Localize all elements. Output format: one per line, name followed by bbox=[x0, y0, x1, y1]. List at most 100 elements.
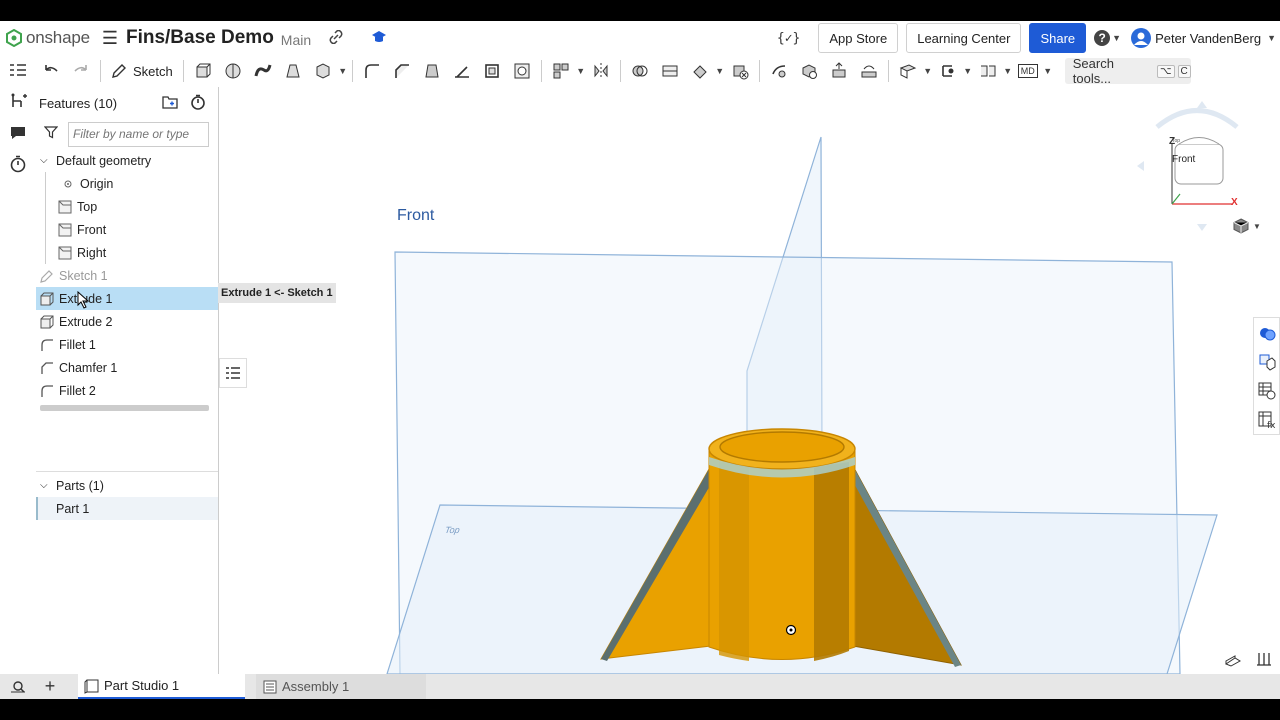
variable-table-icon[interactable] bbox=[1254, 376, 1279, 405]
chevron-down-icon[interactable]: ▼ bbox=[963, 66, 973, 76]
tab-part-studio-1[interactable]: Part Studio 1 bbox=[78, 674, 245, 699]
mate-connector-icon[interactable] bbox=[933, 59, 963, 83]
sweep-icon[interactable] bbox=[248, 59, 278, 83]
filter-icon[interactable] bbox=[43, 125, 59, 144]
bom-icon[interactable] bbox=[1254, 347, 1279, 376]
history-icon[interactable] bbox=[0, 148, 36, 179]
add-folder-icon[interactable] bbox=[162, 95, 178, 112]
custom-table-icon[interactable]: fx bbox=[1254, 405, 1279, 434]
default-geometry-folder[interactable]: ⌵ Default geometry bbox=[36, 149, 218, 172]
redo-icon[interactable] bbox=[66, 59, 96, 83]
split-icon[interactable] bbox=[655, 59, 685, 83]
feature-toolbar: Sketch ▼ ▼ ▼ ▼ ▼ ▼ MD ▼ Search tools... … bbox=[36, 55, 1280, 87]
mass-properties-icon[interactable] bbox=[1256, 652, 1272, 671]
fillet-icon bbox=[40, 384, 54, 398]
pattern-icon[interactable] bbox=[546, 59, 576, 83]
chevron-down-icon[interactable]: ▼ bbox=[1003, 66, 1013, 76]
feature-item-chamfer-1[interactable]: Chamfer 1 bbox=[36, 356, 218, 379]
share-button[interactable]: Share bbox=[1029, 23, 1087, 53]
feature-item-fillet-1[interactable]: Fillet 1 bbox=[36, 333, 218, 356]
chevron-down-icon[interactable]: ⌵ bbox=[40, 480, 52, 491]
parts-section: ⌵ Parts (1) Part 1 bbox=[36, 471, 218, 520]
feature-list-header: Features (10) bbox=[36, 87, 218, 119]
part-item[interactable]: Part 1 bbox=[36, 497, 218, 520]
parts-folder[interactable]: ⌵ Parts (1) bbox=[36, 474, 218, 497]
plane-item-front[interactable]: Front bbox=[36, 218, 218, 241]
app-store-button[interactable]: App Store bbox=[818, 23, 899, 53]
onshape-logo[interactable]: onshape bbox=[6, 28, 90, 48]
feature-list-icon[interactable] bbox=[0, 55, 36, 86]
pencil-icon bbox=[112, 64, 126, 78]
add-tab-icon[interactable]: + bbox=[36, 674, 64, 699]
feature-item-sketch-1[interactable]: Sketch 1 bbox=[36, 264, 218, 287]
search-tools-input[interactable]: Search tools... ⌥ C bbox=[1064, 56, 1191, 86]
learning-center-button[interactable]: Learning Center bbox=[906, 23, 1022, 53]
feature-label: Sketch 1 bbox=[59, 268, 108, 283]
delete-part-icon[interactable] bbox=[725, 59, 755, 83]
hole-icon[interactable] bbox=[507, 59, 537, 83]
cube-icon bbox=[1233, 218, 1249, 234]
draft-icon[interactable] bbox=[417, 59, 447, 83]
chamfer-icon[interactable] bbox=[387, 59, 417, 83]
feature-label: Chamfer 1 bbox=[59, 360, 118, 375]
appearance-icon[interactable] bbox=[1254, 318, 1279, 347]
boolean-icon[interactable] bbox=[625, 59, 655, 83]
variables-icon[interactable]: {✓} bbox=[777, 31, 800, 46]
plane-item-top[interactable]: Top bbox=[36, 195, 218, 218]
sketch-button[interactable]: Sketch bbox=[105, 59, 179, 83]
rollback-timer-icon[interactable] bbox=[190, 94, 206, 113]
shell-icon[interactable] bbox=[477, 59, 507, 83]
filter-input[interactable] bbox=[68, 121, 209, 147]
feature-item-fillet-2[interactable]: Fillet 2 bbox=[36, 379, 218, 402]
view-options-menu[interactable]: ▼ bbox=[1233, 218, 1261, 234]
part-studio-icon bbox=[84, 679, 99, 694]
rollback-bar[interactable] bbox=[40, 405, 209, 411]
plane-icon[interactable] bbox=[893, 59, 923, 83]
model-canvas[interactable] bbox=[219, 87, 1280, 674]
tab-search-icon[interactable] bbox=[0, 674, 36, 699]
help-menu[interactable]: ? ▼ bbox=[1094, 30, 1121, 46]
rib-icon[interactable] bbox=[447, 59, 477, 83]
mirror-icon[interactable] bbox=[586, 59, 616, 83]
configurations-icon[interactable] bbox=[0, 86, 36, 117]
measure-icon[interactable] bbox=[1224, 654, 1241, 672]
chevron-down-icon[interactable]: ⌵ bbox=[40, 155, 52, 166]
fillet-icon[interactable] bbox=[357, 59, 387, 83]
replace-face-icon[interactable] bbox=[854, 59, 884, 83]
default-geometry-label: Default geometry bbox=[56, 153, 152, 168]
chevron-down-icon[interactable]: ▼ bbox=[338, 66, 348, 76]
chevron-down-icon[interactable]: ▼ bbox=[576, 66, 586, 76]
loft-icon[interactable] bbox=[278, 59, 308, 83]
link-icon[interactable] bbox=[329, 29, 343, 47]
learning-cap-icon[interactable] bbox=[371, 30, 387, 47]
chevron-down-icon[interactable]: ▼ bbox=[923, 66, 933, 76]
graphics-viewport[interactable]: Front Top Front Top Z X ▼ bbox=[219, 87, 1280, 674]
comments-icon[interactable] bbox=[0, 117, 36, 148]
feature-item-extrude-1[interactable]: Extrude 1 bbox=[36, 287, 218, 310]
hamburger-menu-icon[interactable]: ☰ bbox=[102, 28, 118, 49]
toolbar-divider bbox=[619, 60, 621, 82]
feature-item-extrude-2[interactable]: Extrude 2 bbox=[36, 310, 218, 333]
document-title[interactable]: Fins/Base Demo bbox=[126, 27, 274, 49]
undo-icon[interactable] bbox=[36, 59, 66, 83]
search-tools-label: Search tools... bbox=[1072, 56, 1114, 86]
plane-item-right[interactable]: Right bbox=[36, 241, 218, 264]
thicken-icon[interactable] bbox=[308, 59, 338, 83]
sheet-metal-icon[interactable] bbox=[973, 59, 1003, 83]
shortcut-alt: ⌥ bbox=[1156, 64, 1175, 78]
delete-face-icon[interactable] bbox=[794, 59, 824, 83]
extrude-icon[interactable] bbox=[188, 59, 218, 83]
chevron-down-icon[interactable]: ▼ bbox=[715, 66, 725, 76]
origin-item[interactable]: Origin bbox=[36, 172, 218, 195]
user-menu[interactable]: Peter VandenBerg ▼ bbox=[1131, 28, 1276, 48]
sketch-icon bbox=[40, 269, 54, 283]
modify-fillet-icon[interactable] bbox=[764, 59, 794, 83]
chevron-down-icon[interactable]: ▼ bbox=[1043, 66, 1053, 76]
axis-x-label: X bbox=[1231, 197, 1238, 208]
revolve-icon[interactable] bbox=[218, 59, 248, 83]
md-label[interactable]: MD bbox=[1013, 59, 1043, 83]
transform-icon[interactable] bbox=[685, 59, 715, 83]
move-face-icon[interactable] bbox=[824, 59, 854, 83]
branch-label[interactable]: Main bbox=[281, 32, 311, 48]
tab-assembly-1[interactable]: Assembly 1 bbox=[256, 674, 426, 699]
